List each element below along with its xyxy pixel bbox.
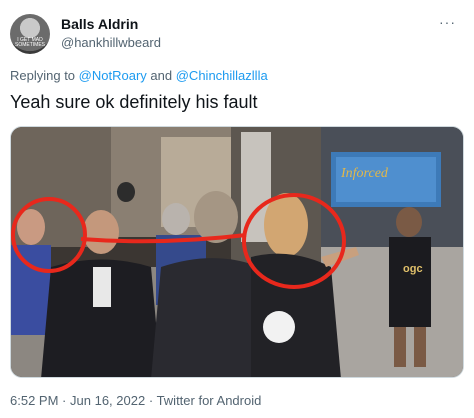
timestamp-separator-2: · (148, 393, 154, 408)
replying-prefix: Replying to (10, 68, 76, 83)
media-scene: Inforced ogc (11, 127, 463, 377)
author-display-name[interactable]: Balls Aldrin (61, 16, 138, 32)
storefront-sign-text: Inforced (340, 166, 389, 181)
author-handle[interactable]: @hankhillwbeard (61, 35, 161, 50)
avatar-caption: I GET MAD SOMETIMES (14, 37, 45, 48)
shirt-text: ogc (403, 263, 423, 275)
tweet-header: I GET MAD SOMETIMES Balls Aldrin @hankhi… (10, 12, 464, 58)
mention-link-notroary[interactable]: @NotRoary (79, 68, 147, 83)
avatar[interactable]: I GET MAD SOMETIMES (10, 14, 50, 54)
mention-link-chinchillazllla[interactable]: @Chinchillazllla (176, 68, 268, 83)
tweet-date[interactable]: Jun 16, 2022 (70, 393, 145, 408)
tweet-text: Yeah sure ok definitely his fault (10, 92, 258, 112)
timestamp-separator: · (62, 393, 67, 408)
replying-to-line: Replying to @NotRoary and @Chinchillazll… (10, 68, 268, 83)
replying-connector: and (150, 68, 173, 83)
tweet-source: Twitter for Android (156, 393, 262, 408)
tweet-time[interactable]: 6:52 PM (10, 393, 58, 408)
more-options-icon[interactable]: ··· (439, 14, 456, 30)
tweet-media-image[interactable]: Inforced ogc (10, 126, 464, 378)
tweet-timestamp: 6:52 PM · Jun 16, 2022 · Twitter for And… (10, 393, 261, 408)
